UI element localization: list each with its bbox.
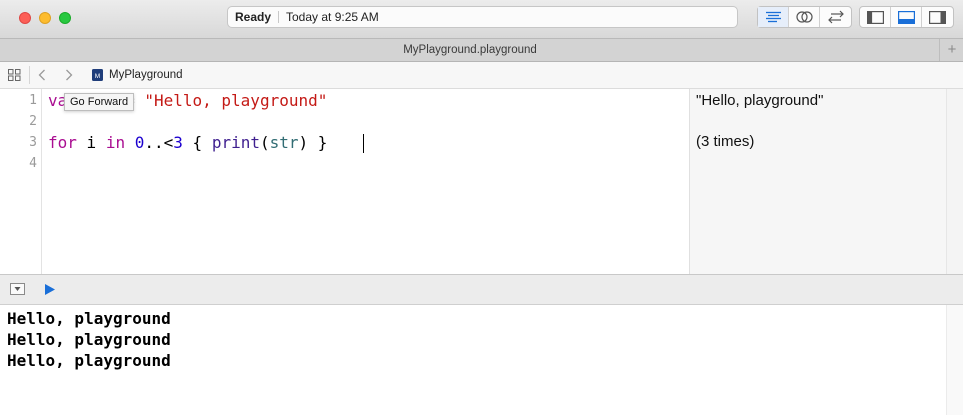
tooltip: Go Forward <box>64 93 135 111</box>
debug-area-toggle-icon <box>897 10 915 24</box>
keyword-for: for <box>48 133 77 152</box>
line-number: 4 <box>29 156 37 171</box>
hide-debug-area-button[interactable] <box>10 283 25 295</box>
window-titlebar: Ready Today at 9:25 AM <box>0 0 963 39</box>
number-literal: 0 <box>134 133 145 152</box>
standard-editor-button[interactable] <box>758 7 789 27</box>
editor-scrollbar[interactable] <box>946 89 963 274</box>
text-cursor <box>363 134 364 153</box>
zoom-window-button[interactable] <box>59 12 71 24</box>
editor-mode-control <box>757 6 852 28</box>
utilities-toggle-button[interactable] <box>922 7 953 27</box>
close-paren-brace: ) } <box>298 133 328 152</box>
result-line-1[interactable]: "Hello, playground" <box>696 92 823 109</box>
line-number: 3 <box>29 135 37 150</box>
version-editor-button[interactable] <box>820 7 851 27</box>
results-sidebar: "Hello, playground" (3 times) <box>689 89 947 274</box>
utilities-toggle-icon <box>929 10 946 24</box>
go-forward-icon[interactable] <box>65 69 73 81</box>
jumpbar-divider <box>29 66 30 84</box>
console-line: Hello, playground <box>7 330 171 349</box>
status-timestamp: Today at 9:25 AM <box>286 10 379 24</box>
add-tab-button[interactable]: + <box>939 39 963 61</box>
console-scrollbar[interactable] <box>946 305 963 415</box>
tab-playground[interactable]: MyPlayground.playground <box>0 39 940 61</box>
assistant-editor-button[interactable] <box>789 7 820 27</box>
activity-viewer: Ready Today at 9:25 AM <box>227 6 738 28</box>
tab-bar: MyPlayground.playground + <box>0 39 963 62</box>
activity-divider <box>278 11 279 23</box>
debug-bar <box>0 274 963 305</box>
code-editor[interactable]: var str = "Hello, playground" for i in 0… <box>42 89 689 274</box>
run-icon[interactable] <box>44 283 56 296</box>
view-toggle-control <box>859 6 954 28</box>
line-number: 2 <box>29 114 37 129</box>
number-literal: 3 <box>173 133 183 152</box>
console-line: Hello, playground <box>7 309 171 328</box>
keyword-in: in <box>105 133 126 152</box>
navigator-toggle-icon <box>866 10 884 24</box>
line-number: 1 <box>29 93 37 108</box>
standard-editor-icon <box>765 11 781 23</box>
status-text: Ready <box>235 10 272 24</box>
line-number-gutter: 1 2 3 4 <box>0 89 42 274</box>
related-items-grid-icon[interactable] <box>8 69 21 81</box>
console-output[interactable]: Hello, playground Hello, playground Hell… <box>0 305 963 415</box>
jump-bar: M MyPlayground <box>0 62 963 89</box>
console-line: Hello, playground <box>7 351 171 370</box>
close-window-button[interactable] <box>19 12 31 24</box>
range-operator: ..< <box>144 133 174 152</box>
open-brace: { <box>182 133 212 152</box>
result-line-3[interactable]: (3 times) <box>696 133 754 150</box>
code-line-3[interactable]: for i in 0..<3 { print(str) } <box>48 133 327 152</box>
version-editor-icon <box>827 10 844 24</box>
breadcrumb-file[interactable]: MyPlayground <box>109 62 183 88</box>
variable-str: str <box>269 133 299 152</box>
assistant-editor-icon <box>795 11 813 23</box>
debug-area-toggle-button[interactable] <box>891 7 922 27</box>
hide-debug-area-icon <box>14 287 21 291</box>
open-paren: ( <box>259 133 270 152</box>
navigator-toggle-button[interactable] <box>860 7 891 27</box>
svg-text:M: M <box>95 73 100 80</box>
loop-variable: i <box>76 133 106 152</box>
minimize-window-button[interactable] <box>39 12 51 24</box>
string-literal: "Hello, playground" <box>144 91 328 110</box>
go-back-icon[interactable] <box>38 69 46 81</box>
function-print: print <box>211 133 260 152</box>
playground-file-icon: M <box>92 69 103 81</box>
